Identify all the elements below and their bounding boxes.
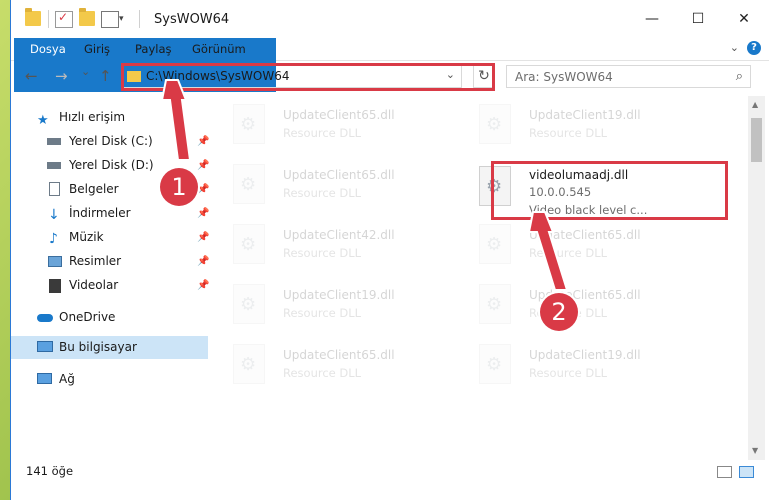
callout-1: 1 <box>160 168 198 206</box>
arrow-1 <box>160 79 192 161</box>
callout-2: 2 <box>540 293 578 331</box>
arrow-2 <box>527 211 569 291</box>
annotation-arrows <box>160 79 569 291</box>
